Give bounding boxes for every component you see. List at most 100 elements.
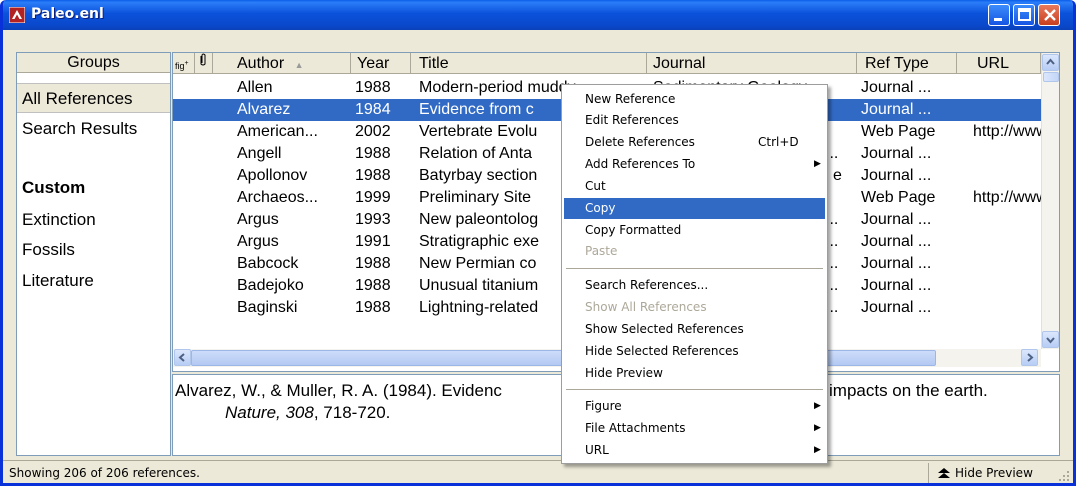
column-journal[interactable]: Journal: [647, 53, 857, 74]
menu-item-add-references-to[interactable]: Add References To ▶: [564, 154, 825, 175]
groups-header[interactable]: Groups: [17, 53, 170, 73]
menu-label: File Attachments: [585, 421, 686, 435]
cell-author: Baginski: [237, 299, 298, 316]
menu-item-search-references[interactable]: Search References...: [564, 275, 825, 296]
preview-journal: Nature, 308: [225, 403, 314, 422]
vertical-scroll-thumb[interactable]: [1043, 72, 1059, 82]
column-title[interactable]: Title: [411, 53, 647, 74]
status-bar: Showing 206 of 206 references. Hide Prev…: [3, 460, 1073, 483]
menu-item-new-reference[interactable]: New Reference: [564, 89, 825, 110]
hide-preview-label: Hide Preview: [955, 466, 1033, 480]
preview-citation-start: Alvarez, W., & Muller, R. A. (1984). Evi…: [175, 381, 502, 400]
column-url[interactable]: URL: [957, 53, 1041, 74]
menu-item-url[interactable]: URL ▶: [564, 440, 825, 461]
endnote-app-icon: [9, 7, 25, 23]
menu-item-copy[interactable]: Copy: [564, 198, 825, 219]
cell-ref-type: Journal ...: [861, 299, 932, 316]
menu-item-cut[interactable]: Cut: [564, 176, 825, 197]
preview-pages: , 718-720.: [313, 403, 391, 422]
menu-separator: [566, 389, 823, 390]
scroll-down-button[interactable]: [1042, 331, 1059, 348]
preview-citation-source: Nature, 308, 718-720.: [225, 403, 390, 423]
arrow-right-icon: [1027, 353, 1034, 362]
cell-url: [973, 143, 1043, 165]
cell-url: [973, 231, 1043, 253]
group-all-references[interactable]: All References: [17, 83, 170, 113]
menu-item-figure[interactable]: Figure ▶: [564, 396, 825, 417]
cell-author: Allen: [237, 79, 273, 96]
cell-year: 1988: [355, 167, 391, 184]
column-year[interactable]: Year: [351, 53, 411, 74]
submenu-arrow-icon: ▶: [814, 423, 821, 433]
menu-item-delete-references[interactable]: Delete References Ctrl+D: [564, 132, 825, 153]
sort-ascending-icon: ▲: [294, 60, 304, 70]
cell-url: http://www: [973, 189, 1043, 206]
cell-year: 2002: [355, 123, 391, 140]
cell-year: 1988: [355, 277, 391, 294]
group-custom-heading[interactable]: Custom: [22, 178, 85, 198]
scroll-left-button[interactable]: [174, 349, 191, 366]
menu-item-hide-preview[interactable]: Hide Preview: [564, 363, 825, 384]
maximize-button[interactable]: [1013, 4, 1035, 26]
cell-url: http://www: [973, 123, 1043, 140]
menu-item-edit-references[interactable]: Edit References: [564, 110, 825, 131]
hide-preview-button[interactable]: Hide Preview: [928, 463, 1052, 483]
cell-author: Babcock: [237, 255, 299, 272]
cell-ref-type: Journal ...: [861, 79, 932, 96]
figure-column-label: fig: [175, 61, 185, 71]
minimize-button[interactable]: [988, 4, 1010, 26]
column-figure[interactable]: fig+: [173, 53, 195, 74]
groups-pane: Groups All References Search Results Cus…: [16, 52, 171, 456]
cell-url: [973, 165, 1043, 187]
cell-url: [973, 209, 1043, 231]
menu-item-hide-selected-references[interactable]: Hide Selected References: [564, 341, 825, 362]
cell-year: 1988: [355, 299, 391, 316]
cell-author: Alvarez: [237, 101, 291, 118]
window-title: Paleo.enl: [31, 6, 104, 22]
column-author[interactable]: Author ▲: [213, 53, 351, 74]
column-attachment[interactable]: [195, 53, 213, 74]
cell-ref-type: Journal ...: [861, 145, 932, 162]
cell-author: Apollonov: [237, 167, 308, 184]
group-fossils[interactable]: Fossils: [22, 240, 75, 260]
scroll-right-button[interactable]: [1021, 349, 1038, 366]
vertical-scrollbar[interactable]: [1041, 53, 1059, 349]
close-icon: [1044, 9, 1056, 21]
scroll-up-button[interactable]: [1042, 54, 1059, 71]
submenu-arrow-icon: ▶: [814, 401, 821, 411]
cell-url: [973, 253, 1043, 275]
title-bar[interactable]: Paleo.enl: [3, 0, 1073, 30]
reference-count-status: Showing 206 of 206 references.: [9, 466, 200, 480]
menu-label: URL: [585, 443, 609, 457]
context-menu: New Reference Edit References Delete Ref…: [561, 84, 828, 464]
cell-author: Badejoko: [237, 277, 304, 294]
resize-grip-icon[interactable]: [1057, 469, 1071, 483]
group-literature[interactable]: Literature: [22, 271, 94, 291]
cell-ref-type: Web Page: [861, 189, 936, 206]
cell-url: [973, 77, 1043, 99]
arrow-down-icon: [1046, 337, 1055, 344]
cell-year: 1984: [355, 101, 391, 118]
menu-label: Add References To: [585, 157, 696, 171]
submenu-arrow-icon: ▶: [814, 445, 821, 455]
cell-ref-type: Journal ...: [861, 167, 932, 184]
submenu-arrow-icon: ▶: [814, 159, 821, 169]
menu-item-file-attachments[interactable]: File Attachments ▶: [564, 418, 825, 439]
cell-year: 1988: [355, 255, 391, 272]
group-extinction[interactable]: Extinction: [22, 210, 96, 230]
menu-item-show-selected-references[interactable]: Show Selected References: [564, 319, 825, 340]
cell-year: 1993: [355, 211, 391, 228]
cell-ref-type: Journal ...: [861, 277, 932, 294]
cell-author: American...: [237, 123, 318, 140]
menu-item-copy-formatted[interactable]: Copy Formatted: [564, 220, 825, 241]
menu-item-show-all-references: Show All References: [585, 300, 707, 314]
cell-year: 1991: [355, 233, 391, 250]
cell-ref-type: Journal ...: [861, 233, 932, 250]
menu-separator: [566, 268, 823, 269]
arrow-up-icon: [1046, 58, 1055, 65]
column-ref-type[interactable]: Ref Type: [857, 53, 957, 74]
close-button[interactable]: [1038, 4, 1060, 26]
collapse-up-icon: [938, 468, 950, 478]
group-search-results[interactable]: Search Results: [22, 119, 137, 139]
cell-year: 1999: [355, 189, 391, 206]
